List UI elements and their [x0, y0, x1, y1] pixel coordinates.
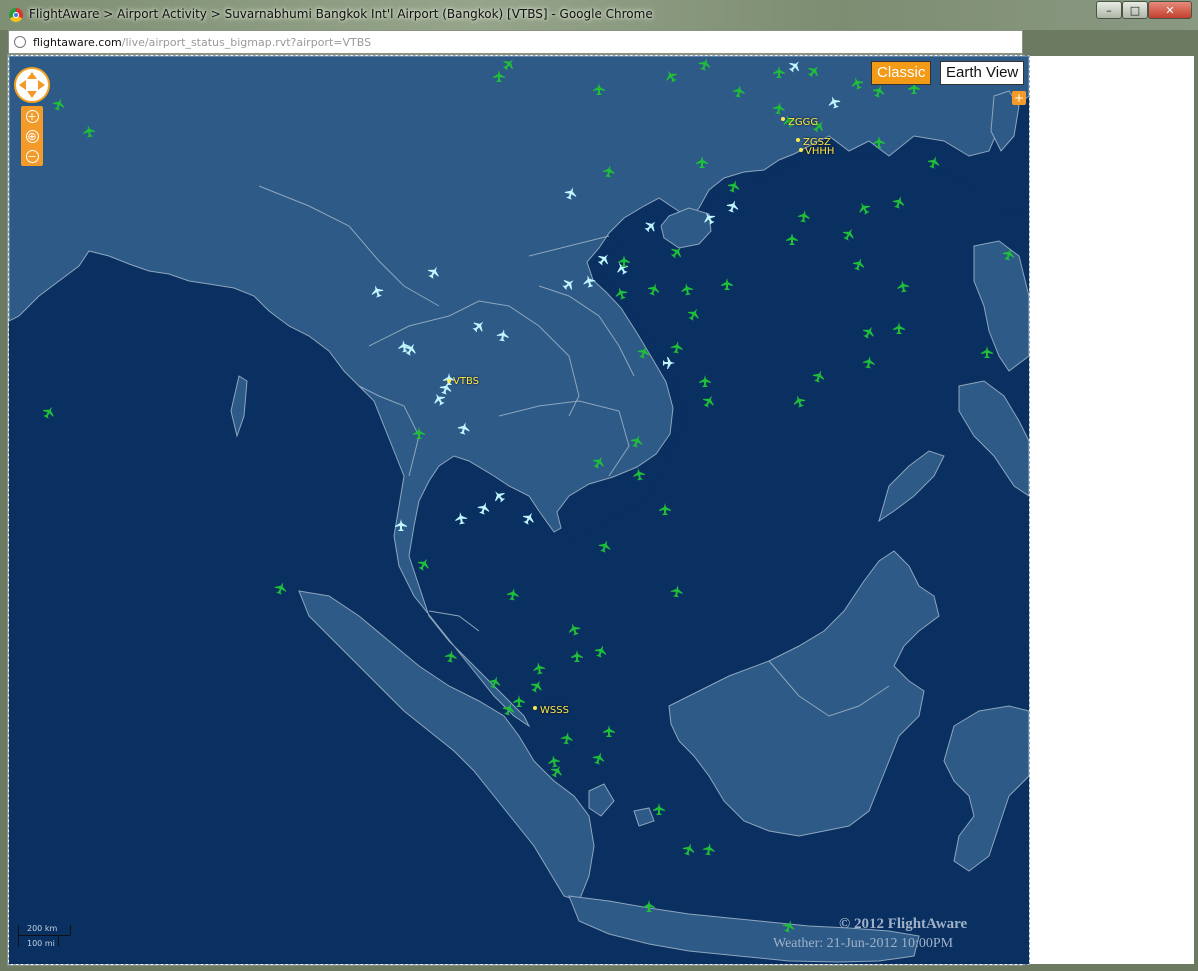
page-blank-area	[1029, 56, 1194, 964]
maximize-button[interactable]: □	[1122, 1, 1148, 19]
scale-km: 200 km	[27, 924, 58, 933]
flight-map[interactable]: + ⊕ − Classic Earth View + VTBS ZGGG ZGS…	[8, 55, 1030, 965]
window-controls: – □ ✕	[1096, 1, 1192, 19]
pan-arrows-icon[interactable]	[14, 67, 50, 103]
chrome-favicon-icon	[9, 8, 23, 22]
airport-marker-wsss[interactable]	[533, 706, 537, 710]
window-title: FlightAware > Airport Activity > Suvarna…	[29, 7, 653, 21]
url-text[interactable]: flightaware.com/live/airport_status_bigm…	[33, 36, 371, 49]
window-titlebar: FlightAware > Airport Activity > Suvarna…	[0, 0, 1198, 30]
map-canvas[interactable]	[9, 56, 1029, 964]
url-host: flightaware.com	[33, 36, 122, 49]
airport-label-vtbs[interactable]: VTBS	[453, 376, 479, 387]
globe-icon: ⊕	[25, 129, 39, 143]
scale-mi: 100 mi	[27, 939, 55, 948]
zoom-in-icon: +	[25, 109, 39, 123]
minimize-button[interactable]: –	[1096, 1, 1122, 19]
zoom-out-icon: −	[25, 149, 39, 163]
expand-overview-button[interactable]: +	[1012, 91, 1026, 105]
zoom-in-button[interactable]: +	[21, 106, 43, 126]
classic-view-button[interactable]: Classic	[871, 61, 932, 85]
airport-marker-vhhh[interactable]	[799, 148, 803, 152]
page-info-icon[interactable]	[14, 36, 26, 48]
weather-timestamp: Weather: 21-Jun-2012 10:00PM	[773, 936, 954, 951]
airport-label-vhhh[interactable]: VHHH	[805, 146, 834, 157]
pan-control[interactable]	[14, 67, 50, 103]
close-button[interactable]: ✕	[1148, 1, 1192, 19]
airport-label-wsss[interactable]: WSSS	[540, 705, 569, 716]
globe-button[interactable]: ⊕	[21, 126, 43, 146]
airport-label-zggg[interactable]: ZGGG	[788, 117, 818, 128]
airport-marker-zgsz[interactable]	[796, 138, 800, 142]
scale-bar: 200 km 100 mi	[18, 922, 74, 948]
map-copyright: © 2012 FlightAware	[839, 916, 968, 932]
airport-marker-vtbs[interactable]	[447, 379, 451, 383]
airport-marker-zggg[interactable]	[781, 117, 785, 121]
flight-icon-vtbs[interactable]	[643, 218, 660, 235]
url-path: /live/airport_status_bigmap.rvt?airport=…	[121, 36, 372, 49]
zoom-control: + ⊕ −	[21, 106, 43, 166]
earth-view-button[interactable]: Earth View	[940, 61, 1025, 85]
zoom-out-button[interactable]: −	[21, 146, 43, 166]
address-bar[interactable]: flightaware.com/live/airport_status_bigm…	[8, 30, 1023, 54]
